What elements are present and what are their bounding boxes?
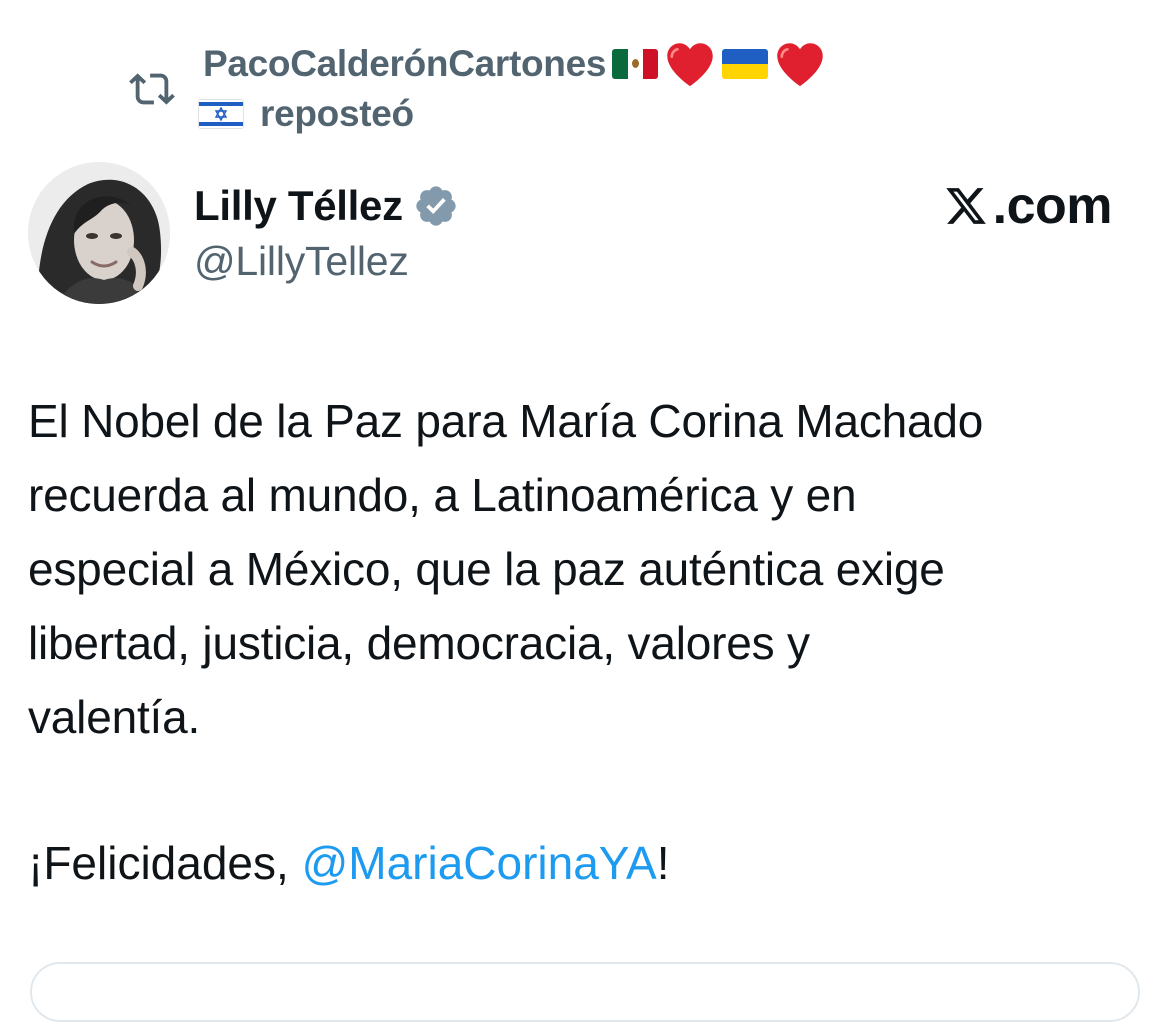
brand-watermark: .com [943,176,1113,236]
israel-flag-icon [198,99,244,129]
post-text: El Nobel de la Paz para María Corina Mac… [28,384,1148,754]
repost-attribution-line2: reposteó [198,90,414,138]
verified-badge-icon [416,186,456,226]
repost-icon [129,73,175,105]
author-handle[interactable]: @LillyTellez [194,238,409,285]
red-heart-icon [667,43,713,87]
post-text-line: valentía. [28,691,201,743]
closing-prefix: ¡Felicidades, [28,837,302,889]
repost-attribution: PacoCalderónCartones [203,38,826,90]
post-text-line: especial a México, que la paz auténtica … [28,543,945,595]
post-closing-line: ¡Felicidades, @MariaCorinaYA! [28,826,670,900]
repost-action-text: reposteó [260,93,414,134]
display-name[interactable]: Lilly Téllez [194,182,403,230]
red-heart-icon [777,43,823,87]
x-logo-icon [945,188,986,224]
post-text-line: El Nobel de la Paz para María Corina Mac… [28,395,984,447]
mention-link[interactable]: @MariaCorinaYA [302,837,657,889]
closing-suffix: ! [656,837,670,889]
avatar[interactable] [28,162,170,304]
quoted-card-edge[interactable] [30,962,1140,1022]
author-name-row: Lilly Téllez [194,178,459,234]
post-text-line: recuerda al mundo, a Latinoamérica y en [28,469,857,521]
mexico-flag-icon [612,49,659,79]
brand-suffix: .com [992,177,1113,235]
reposter-name[interactable]: PacoCalderónCartones [203,43,606,85]
ukraine-flag-icon [722,49,769,79]
post-text-line: libertad, justicia, democracia, valores … [28,617,810,669]
